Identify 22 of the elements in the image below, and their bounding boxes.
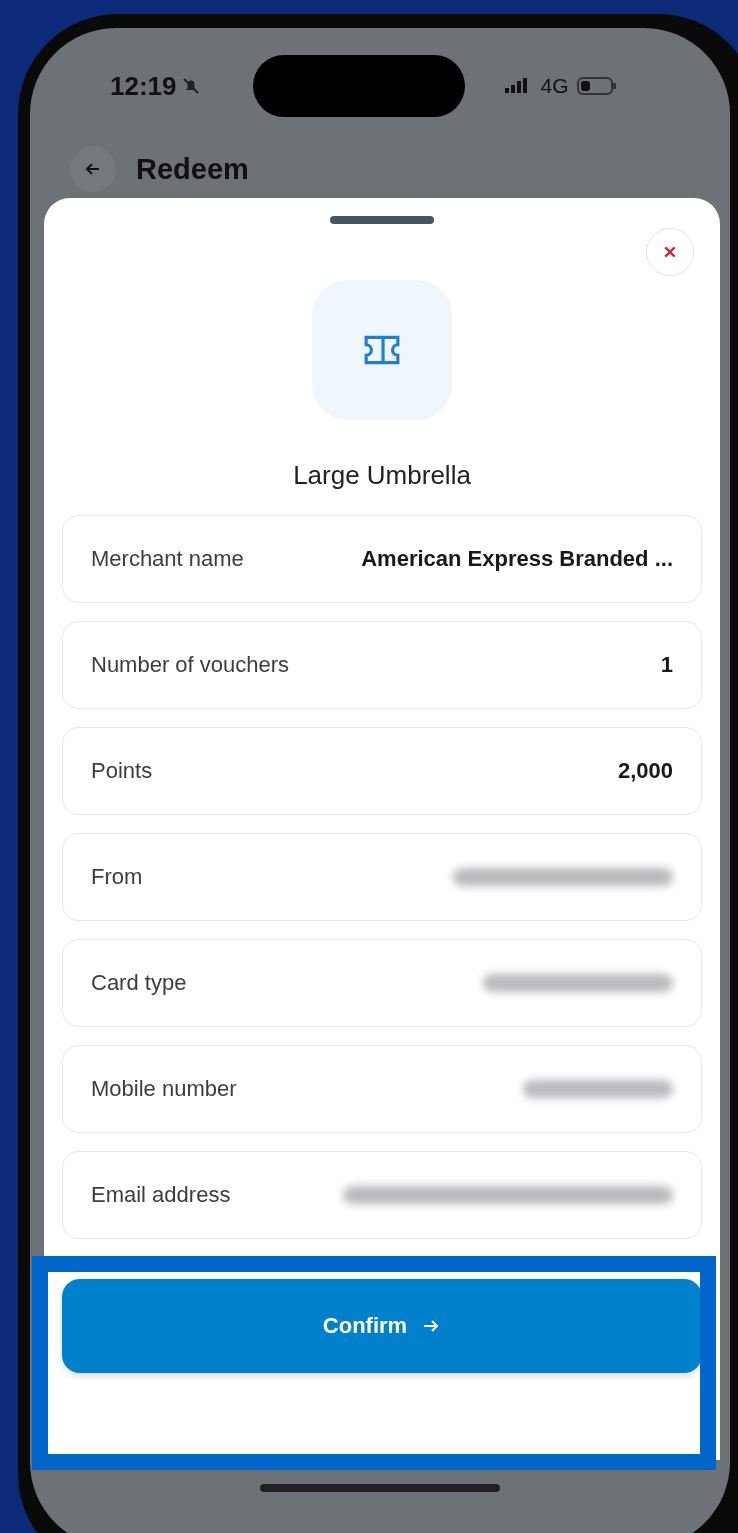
close-icon — [663, 245, 677, 259]
detail-label: Merchant name — [91, 546, 244, 572]
detail-label: Number of vouchers — [91, 652, 290, 678]
muted-bell-icon — [180, 76, 201, 96]
back-button[interactable] — [70, 146, 116, 192]
detail-label: Points — [91, 758, 153, 784]
detail-value: 2,000 — [617, 758, 673, 784]
item-title: Large Umbrella — [293, 460, 471, 491]
drag-handle[interactable] — [330, 216, 434, 224]
close-button[interactable] — [646, 228, 694, 276]
detail-label: Card type — [91, 970, 187, 996]
ticket-icon — [363, 334, 401, 366]
page-title: Redeem — [136, 152, 249, 186]
battery-icon — [576, 76, 617, 96]
detail-value: 1 — [660, 652, 673, 678]
confirm-button[interactable]: Confirm — [62, 1279, 702, 1373]
network-label: 4G — [540, 74, 569, 98]
detail-label: From — [91, 864, 143, 890]
detail-label: Email address — [91, 1182, 231, 1208]
detail-label: Mobile number — [91, 1076, 237, 1102]
detail-value: American Express Branded ... — [361, 546, 673, 572]
status-time: 12:19 — [110, 70, 177, 102]
